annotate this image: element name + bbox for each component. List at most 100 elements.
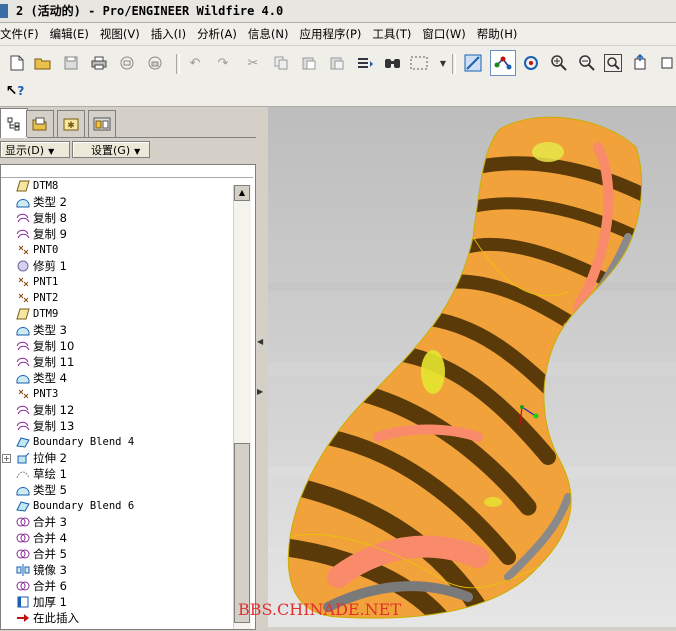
tree-item[interactable]: 合并 6 <box>1 578 233 594</box>
menu-window[interactable]: 窗口(W) <box>417 23 471 45</box>
tree-item[interactable]: 合并 5 <box>1 546 233 562</box>
tree-item[interactable]: 复制 12 <box>1 402 233 418</box>
menu-analysis[interactable]: 分析(A) <box>192 23 243 45</box>
select-dropdown-icon[interactable]: ▼ <box>434 54 452 72</box>
menu-help[interactable]: 帮助(H) <box>472 23 524 45</box>
panel-splitter[interactable]: ◀ ▶ <box>256 107 268 631</box>
tree-item[interactable]: 草绘 1 <box>1 466 233 482</box>
whats-this-icon[interactable]: ↖? <box>6 82 25 100</box>
tree-item-label: 复制 10 <box>33 339 75 353</box>
chevron-down-icon: ▼ <box>48 146 55 156</box>
thicken-icon <box>15 595 31 609</box>
expand-right-icon[interactable]: ▶ <box>257 387 264 396</box>
show-button-label: 显示(D) <box>5 144 45 157</box>
tree-item[interactable]: 类型 3 <box>1 322 233 338</box>
model-tree-tab-icon[interactable] <box>0 108 28 138</box>
print-icon[interactable] <box>90 54 108 72</box>
tree-item[interactable]: 复制 9 <box>1 226 233 242</box>
scroll-down-icon[interactable]: ▼ <box>234 629 250 630</box>
menu-applications[interactable]: 应用程序(P) <box>294 23 367 45</box>
cut-icon[interactable]: ✂ <box>244 54 262 72</box>
tree-item-label: 合并 6 <box>33 579 67 593</box>
tree-item-label: DTM8 <box>33 180 59 192</box>
new-file-icon[interactable] <box>8 54 26 72</box>
send-mail-icon[interactable] <box>118 54 136 72</box>
graphics-viewport[interactable] <box>268 107 676 627</box>
tree-item[interactable]: PNT2 <box>1 290 233 306</box>
zoom-in-icon[interactable] <box>550 54 568 72</box>
toolbar-separator <box>176 54 180 74</box>
menu-file[interactable]: 文件(F) <box>0 23 45 45</box>
save-icon[interactable] <box>62 54 80 72</box>
select-box-icon[interactable] <box>410 54 428 72</box>
model-tree[interactable]: DTM8 类型 2 复制 8 复制 9 PNT0 修剪 1 PNT1 PNT2 DTM9 类型 3… <box>0 164 256 630</box>
undo-icon[interactable]: ↶ <box>186 54 204 72</box>
show-button[interactable]: 显示(D) ▼ <box>0 141 70 158</box>
tree-item[interactable]: 在此插入 <box>1 610 233 626</box>
redo-icon[interactable]: ↷ <box>214 54 232 72</box>
copy-icon[interactable] <box>272 54 290 72</box>
scroll-thumb[interactable] <box>234 443 250 623</box>
tree-item-label: 合并 5 <box>33 547 67 561</box>
tree-item[interactable]: PNT0 <box>1 242 233 258</box>
navigator-panel: ✱ 显示(D) ▼ 设置(G) ▼ DTM8 类型 2 复制 8 复制 9 PNT0 修剪 1… <box>0 107 256 631</box>
copy-surface-icon <box>15 227 31 241</box>
favorites-tab-icon[interactable]: ✱ <box>57 110 85 137</box>
mail-recipient-icon[interactable] <box>146 54 164 72</box>
collapse-left-icon[interactable]: ◀ <box>257 337 264 346</box>
tree-item[interactable]: 类型 4 <box>1 370 233 386</box>
menu-tools[interactable]: 工具(T) <box>367 23 417 45</box>
open-folder-icon[interactable] <box>34 54 52 72</box>
tree-item[interactable]: DTM8 <box>1 178 233 194</box>
orient-mode-icon[interactable] <box>522 54 540 72</box>
paste-special-icon[interactable] <box>328 54 346 72</box>
watermark: BBS.CHINADE.NET <box>238 600 402 619</box>
tree-item-label: 类型 4 <box>33 371 67 385</box>
connections-tab-icon[interactable] <box>88 110 116 137</box>
tree-item[interactable]: PNT3 <box>1 386 233 402</box>
tree-item-label: 合并 4 <box>33 531 67 545</box>
repaint-icon[interactable] <box>464 54 482 72</box>
view-manager-icon[interactable] <box>658 54 676 72</box>
scroll-up-icon[interactable]: ▲ <box>234 185 250 201</box>
menu-view[interactable]: 视图(V) <box>95 23 146 45</box>
saved-view-icon[interactable] <box>632 54 650 72</box>
tree-item[interactable]: 复制 13 <box>1 418 233 434</box>
tree-item[interactable]: Boundary Blend 4 <box>1 434 233 450</box>
tree-item[interactable]: 复制 11 <box>1 354 233 370</box>
tree-item[interactable]: 类型 5 <box>1 482 233 498</box>
tree-item[interactable]: 加厚 1 <box>1 594 233 610</box>
copy-surface-icon <box>15 403 31 417</box>
expand-icon[interactable]: + <box>2 454 11 463</box>
datum-plane-icon <box>15 307 31 321</box>
tree-item-label: 复制 11 <box>33 355 75 369</box>
tree-item-label: 加厚 1 <box>33 595 67 609</box>
tree-item[interactable]: 修剪 1 <box>1 258 233 274</box>
copy-surface-icon <box>15 211 31 225</box>
tree-vertical-scrollbar[interactable]: ▲ ▼ <box>233 185 251 629</box>
zoom-out-icon[interactable] <box>578 54 596 72</box>
tree-item[interactable]: 复制 8 <box>1 210 233 226</box>
find-icon[interactable] <box>384 54 402 72</box>
tree-item[interactable]: 合并 4 <box>1 530 233 546</box>
settings-button[interactable]: 设置(G) ▼ <box>72 141 150 158</box>
tree-item[interactable]: 复制 10 <box>1 338 233 354</box>
folder-browser-tab-icon[interactable] <box>26 110 54 137</box>
menu-edit[interactable]: 编辑(E) <box>45 23 95 45</box>
tree-item[interactable]: + 拉伸 2 <box>1 450 233 466</box>
tree-item-label: PNT0 <box>33 244 59 256</box>
regenerate-icon[interactable] <box>356 54 374 72</box>
spin-center-icon[interactable] <box>490 50 516 76</box>
menu-insert[interactable]: 插入(I) <box>146 23 192 45</box>
tree-item[interactable]: 镜像 3 <box>1 562 233 578</box>
menu-info[interactable]: 信息(N) <box>243 23 295 45</box>
tree-item[interactable]: PNT1 <box>1 274 233 290</box>
datum-point-icon <box>15 291 31 305</box>
tree-item[interactable]: 合并 3 <box>1 514 233 530</box>
tree-item[interactable]: Boundary Blend 6 <box>1 498 233 514</box>
paste-icon[interactable] <box>300 54 318 72</box>
tree-item[interactable]: DTM9 <box>1 306 233 322</box>
refit-icon[interactable] <box>604 54 622 72</box>
tree-item[interactable]: 类型 2 <box>1 194 233 210</box>
datum-point-icon <box>15 275 31 289</box>
